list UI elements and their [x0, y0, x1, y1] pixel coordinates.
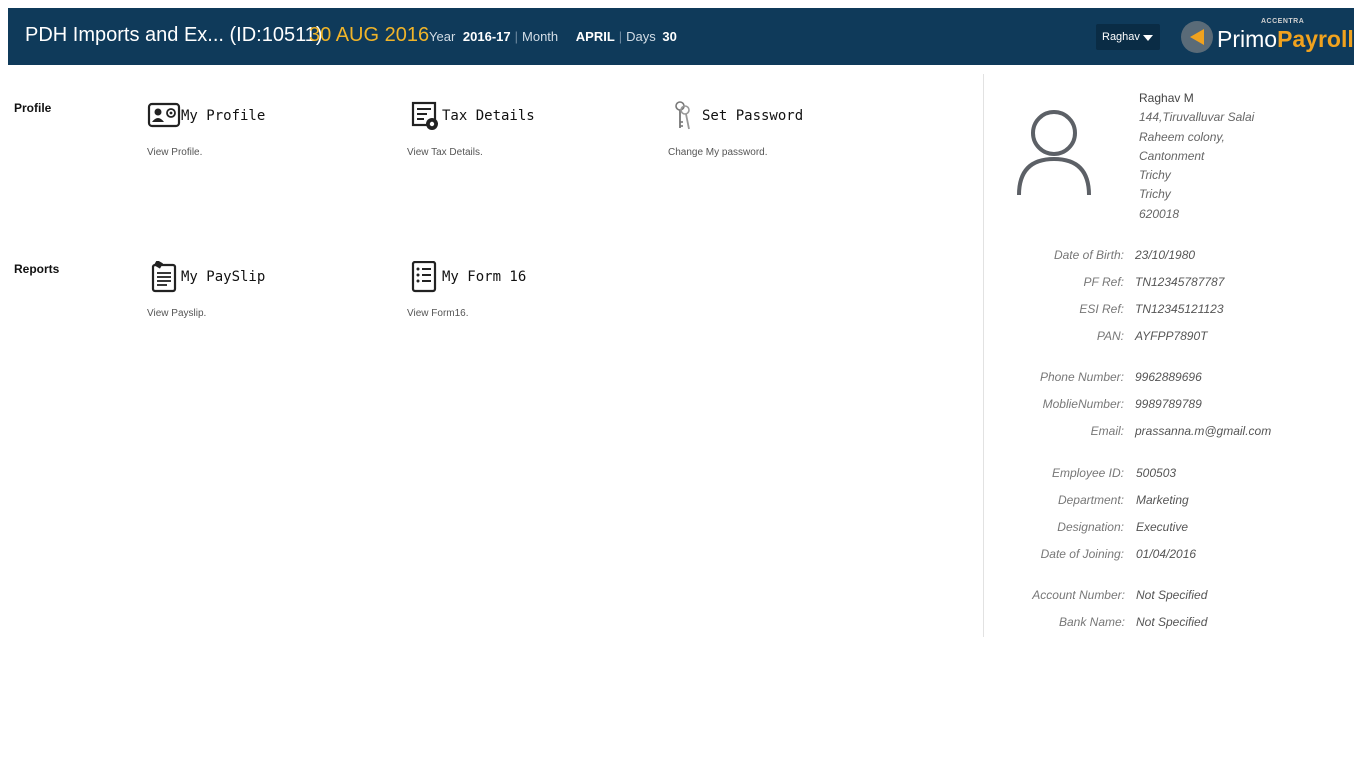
employee-address-block: Raghav M 144,Tiruvalluvar Salai Raheem c…	[1139, 89, 1254, 224]
detail-value: 23/10/1980	[1135, 248, 1196, 262]
detail-label: Email:	[1090, 424, 1124, 438]
tile-description: Change My password.	[668, 147, 768, 158]
tile-description: View Profile.	[147, 147, 203, 158]
logo-brand-small: ACCENTRA	[1261, 18, 1305, 25]
tile-my-form16[interactable]: My Form 16 View Form16.	[407, 261, 647, 331]
detail-value: 9962889696	[1135, 370, 1202, 384]
detail-value: Not Specified	[1136, 615, 1208, 629]
section-label-profile: Profile	[14, 101, 52, 115]
detail-value: TN12345787787	[1135, 275, 1225, 289]
tile-my-profile[interactable]: My Profile View Profile.	[147, 100, 387, 170]
detail-label: Account Number:	[1032, 588, 1125, 602]
tax-document-icon	[411, 101, 438, 130]
month-label: Month	[522, 29, 559, 44]
detail-label: Phone Number:	[1039, 370, 1124, 384]
tile-set-password[interactable]: Set Password Change My password.	[668, 100, 908, 170]
detail-row-mobile: MoblieNumber: 9989789789	[1000, 397, 1202, 415]
detail-row-esi: ESI Ref: TN12345121123	[1000, 302, 1223, 320]
detail-label: Employee ID:	[1051, 466, 1124, 480]
detail-label: Bank Name:	[1058, 615, 1125, 629]
tile-description: View Form16.	[407, 308, 469, 319]
detail-label: Department:	[1057, 493, 1124, 507]
tile-title: My Profile	[181, 108, 266, 124]
detail-row-employee-id: Employee ID: 500503	[1000, 466, 1176, 484]
tile-title: Tax Details	[442, 108, 535, 124]
current-date: 30 AUG 2016	[309, 24, 430, 46]
separator: |	[514, 29, 519, 44]
detail-row-dob: Date of Birth: 23/10/1980	[1000, 248, 1195, 266]
tile-title: My PaySlip	[181, 269, 266, 285]
days-value: 30	[662, 29, 677, 44]
period-info: Year 2016-17 | Month APRIL | Days 30	[429, 29, 677, 44]
section-label-reports: Reports	[14, 262, 60, 276]
tile-description: View Tax Details.	[407, 147, 483, 158]
company-name[interactable]: PDH Imports and Ex... (ID:10511)	[25, 24, 323, 47]
detail-label: Designation:	[1057, 520, 1124, 534]
detail-value: TN12345121123	[1135, 302, 1224, 316]
vertical-divider	[983, 74, 984, 637]
detail-row-phone: Phone Number: 9962889696	[1000, 370, 1202, 388]
id-card-icon	[147, 102, 181, 128]
detail-row-bank-name: Bank Name: Not Specified	[1000, 615, 1207, 633]
tile-description: View Payslip.	[147, 308, 207, 319]
payslip-icon	[151, 261, 177, 293]
primo-payroll-logo: ACCENTRA PrimoPayroll	[1181, 18, 1354, 58]
detail-row-designation: Designation: Executive	[1000, 520, 1188, 538]
year-value: 2016-17	[462, 29, 511, 44]
address-line: Trichy	[1139, 187, 1171, 202]
detail-row-pf: PF Ref: TN12345787787	[1000, 275, 1225, 293]
month-value: APRIL	[575, 29, 615, 44]
keys-icon	[675, 101, 690, 130]
detail-value: prassanna.m@gmail.com	[1135, 424, 1272, 438]
address-line: 620018	[1139, 206, 1180, 221]
detail-value: Executive	[1136, 520, 1189, 534]
detail-value: 500503	[1136, 466, 1177, 480]
detail-value: Not Specified	[1136, 588, 1208, 602]
address-line: 144,Tiruvalluvar Salai	[1139, 110, 1255, 125]
tile-title: Set Password	[702, 108, 804, 124]
form-list-icon	[411, 261, 437, 293]
detail-value: 01/04/2016	[1136, 547, 1197, 561]
detail-label: PAN:	[1096, 329, 1124, 343]
employee-name: Raghav M	[1139, 91, 1194, 105]
user-avatar-icon	[1017, 110, 1091, 196]
detail-label: Date of Joining:	[1040, 547, 1124, 561]
top-header: PDH Imports and Ex... (ID:10511) 30 AUG …	[8, 8, 1354, 65]
tile-my-payslip[interactable]: My PaySlip View Payslip.	[147, 261, 387, 331]
detail-label: MoblieNumber:	[1042, 397, 1124, 411]
detail-label: ESI Ref:	[1079, 302, 1124, 316]
user-menu-label: Raghav	[1102, 31, 1140, 43]
detail-value: AYFPP7890T	[1135, 329, 1208, 343]
detail-row-joining-date: Date of Joining: 01/04/2016	[1000, 547, 1196, 565]
tile-title: My Form 16	[442, 269, 527, 285]
year-label: Year	[429, 29, 456, 44]
days-label: Days	[626, 29, 656, 44]
detail-row-account-number: Account Number: Not Specified	[1000, 588, 1207, 606]
address-line: Raheem colony,	[1139, 129, 1225, 144]
detail-row-department: Department: Marketing	[1000, 493, 1189, 511]
address-line: Trichy	[1139, 168, 1171, 183]
detail-value: 9989789789	[1135, 397, 1202, 411]
detail-row-email: Email: prassanna.m@gmail.com	[1000, 424, 1272, 442]
logo-text: PrimoPayroll	[1217, 26, 1354, 52]
detail-row-pan: PAN: AYFPP7890T	[1000, 329, 1208, 347]
user-menu-dropdown[interactable]: Raghav	[1096, 24, 1160, 50]
detail-value: Marketing	[1136, 493, 1189, 507]
address-line: Cantonment	[1139, 148, 1205, 163]
tile-tax-details[interactable]: Tax Details View Tax Details.	[407, 100, 647, 170]
separator: |	[618, 29, 623, 44]
detail-label: PF Ref:	[1083, 275, 1124, 289]
caret-down-icon	[1143, 35, 1153, 41]
logo-mark-icon	[1181, 21, 1213, 53]
detail-label: Date of Birth:	[1053, 248, 1124, 262]
